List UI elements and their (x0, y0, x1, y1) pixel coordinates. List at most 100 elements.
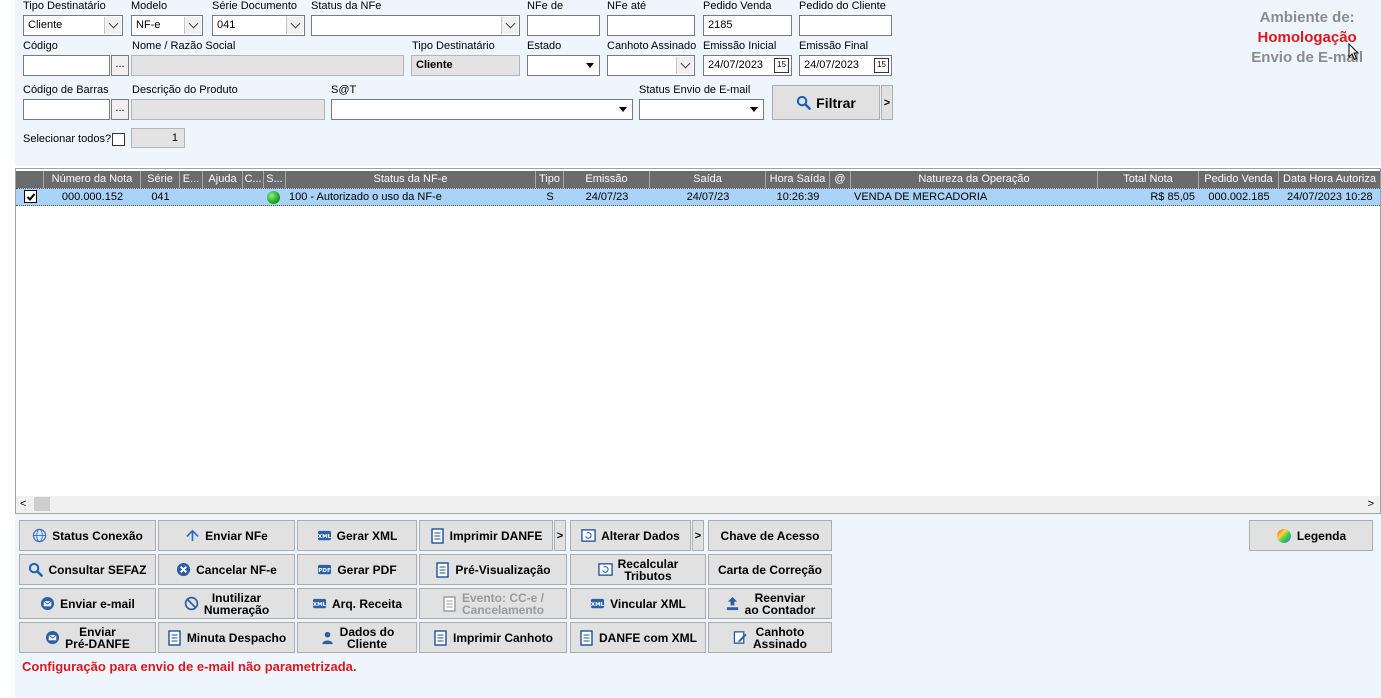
status-conexao-button[interactable]: Status Conexão (19, 520, 156, 551)
sat-select[interactable] (331, 99, 633, 120)
inutilizar-numeracao-label: Inutilizar Numeração (203, 590, 270, 617)
nfe-de-input[interactable] (527, 15, 600, 36)
col-total-nota[interactable]: Total Nota (1098, 171, 1199, 188)
imprimir-canhoto-button[interactable]: Imprimir Canhoto (419, 622, 567, 653)
pedido-venda-input[interactable]: 2185 (703, 15, 792, 36)
legenda-button[interactable]: Legenda (1249, 520, 1373, 551)
carta-correcao-button[interactable]: Carta de Correção (708, 554, 832, 585)
vincular-xml-button[interactable]: XML Vincular XML (570, 588, 706, 619)
globe-icon (32, 528, 47, 543)
ban-icon (184, 596, 199, 611)
col-emissao[interactable]: Emissão (564, 171, 650, 188)
label-tipo-destinatario-ro: Tipo Destinatário (412, 40, 495, 52)
scroll-thumb[interactable] (34, 497, 50, 511)
gerar-xml-button[interactable]: XML Gerar XML (297, 520, 417, 551)
arq-receita-button[interactable]: XML Arq. Receita (297, 588, 417, 619)
estado-select[interactable] (527, 55, 600, 76)
status-nfe-select[interactable] (311, 15, 520, 36)
close-circle-icon (177, 562, 191, 577)
row-checkbox[interactable] (24, 190, 37, 203)
pre-visualizacao-button[interactable]: Pré-Visualização (419, 554, 567, 585)
nfe-ate-input[interactable] (607, 15, 695, 36)
dados-cliente-button[interactable]: Dados do Cliente (297, 622, 417, 653)
modelo-value: NF-e (136, 19, 161, 31)
produto-lookup-button[interactable]: ... (111, 99, 129, 120)
codigo-lookup-button[interactable]: ... (111, 55, 129, 76)
scroll-right-icon[interactable]: > (1368, 498, 1374, 510)
col-e[interactable]: E... (180, 171, 203, 188)
canhoto-select[interactable] (607, 55, 695, 76)
col-email[interactable]: @ (830, 171, 851, 188)
chevron-down-icon[interactable] (184, 17, 201, 34)
recalcular-tributos-label: Recalcular Tributos (617, 556, 679, 583)
col-select[interactable] (16, 171, 44, 188)
minuta-despacho-button[interactable]: Minuta Despacho (158, 622, 295, 653)
chevron-down-icon[interactable] (501, 17, 518, 34)
imprimir-danfe-more-button[interactable]: > (554, 520, 566, 551)
filtrar-button[interactable]: Filtrar (772, 85, 880, 120)
col-pedido-venda[interactable]: Pedido Venda (1199, 171, 1279, 188)
col-tipo[interactable]: Tipo (536, 171, 564, 188)
chevron-down-icon[interactable] (676, 57, 693, 74)
arq-receita-label: Arq. Receita (331, 596, 403, 611)
scroll-left-icon[interactable]: < (20, 498, 26, 510)
pre-visualizacao-label: Pré-Visualização (455, 562, 551, 577)
horizontal-scrollbar[interactable]: < > (16, 496, 1380, 513)
selecionar-todos-checkbox[interactable] (112, 133, 125, 146)
col-s[interactable]: S... (264, 171, 286, 188)
reenviar-contador-button[interactable]: Reenviar ao Contador (708, 588, 832, 619)
col-numero-nota[interactable]: Número da Nota (44, 171, 141, 188)
danfe-com-xml-button[interactable]: DANFE com XML (570, 622, 706, 653)
imprimir-danfe-button[interactable]: Imprimir DANFE (419, 520, 553, 551)
enviar-email-button[interactable]: Enviar e-mail (19, 588, 156, 619)
calendar-icon[interactable]: 15 (774, 58, 789, 73)
label-modelo: Modelo (131, 0, 168, 12)
chevron-down-icon[interactable] (104, 17, 121, 34)
inutilizar-numeracao-button[interactable]: Inutilizar Numeração (158, 588, 295, 619)
alterar-dados-button[interactable]: Alterar Dados (570, 520, 691, 551)
pedido-cliente-input[interactable] (799, 15, 892, 36)
mouse-cursor-icon (1348, 43, 1360, 61)
enviar-pre-danfe-button[interactable]: Enviar Pré-DANFE (19, 622, 156, 653)
col-hora-saida[interactable]: Hora Saída (766, 171, 830, 188)
consultar-sefaz-button[interactable]: Consultar SEFAZ (19, 554, 156, 585)
col-natureza-operacao[interactable]: Natureza da Operação (851, 171, 1098, 188)
codigo-barras-input[interactable] (23, 99, 110, 120)
modelo-select[interactable]: NF-e (131, 15, 203, 36)
cell-status-nfe: 100 - Autorizado o uso da NF-e (289, 191, 442, 203)
col-ajuda[interactable]: Ajuda (203, 171, 243, 188)
codigo-input[interactable] (23, 55, 110, 76)
serie-documento-select[interactable]: 041 (212, 15, 305, 36)
emissao-final-input[interactable]: 24/07/2023 15 (799, 55, 892, 76)
chevron-down-icon[interactable] (745, 101, 762, 118)
col-saida[interactable]: Saída (650, 171, 766, 188)
recalcular-tributos-button[interactable]: Recalcular Tributos (570, 554, 706, 585)
legenda-label: Legenda (1296, 528, 1347, 543)
chevron-down-icon[interactable] (614, 101, 631, 118)
col-data-hora-autorizacao[interactable]: Data Hora Autoriza (1279, 171, 1380, 188)
chevron-down-icon[interactable] (286, 17, 303, 34)
col-serie[interactable]: Série (141, 171, 180, 188)
svg-text:XML: XML (313, 602, 327, 608)
calendar-icon[interactable]: 15 (874, 58, 889, 73)
user-icon (322, 631, 333, 645)
filter-more-button[interactable]: > (881, 85, 893, 120)
tipo-destinatario-select[interactable]: Cliente (23, 15, 123, 36)
table-row[interactable]: 000.000.152 041 100 - Autorizado o uso d… (16, 188, 1380, 206)
chave-acesso-button[interactable]: Chave de Acesso (708, 520, 832, 551)
document-icon (436, 561, 450, 578)
gerar-pdf-button[interactable]: PDF Gerar PDF (297, 554, 417, 585)
descricao-produto-field (131, 99, 325, 120)
imprimir-canhoto-label: Imprimir Canhoto (452, 630, 553, 645)
chevron-down-icon[interactable] (581, 57, 598, 74)
alterar-dados-more-button[interactable]: > (692, 520, 704, 551)
xml-icon: XML (591, 598, 605, 609)
serie-documento-value: 041 (217, 19, 236, 31)
cancelar-nfe-button[interactable]: Cancelar NF-e (158, 554, 295, 585)
status-email-select[interactable] (639, 99, 764, 120)
emissao-inicial-input[interactable]: 24/07/2023 15 (703, 55, 792, 76)
enviar-nfe-button[interactable]: Enviar NFe (158, 520, 295, 551)
col-status-nfe[interactable]: Status da NF-e (286, 171, 536, 188)
col-c[interactable]: C... (243, 171, 264, 188)
canhoto-assinado-button[interactable]: Canhoto Assinado (708, 622, 832, 653)
